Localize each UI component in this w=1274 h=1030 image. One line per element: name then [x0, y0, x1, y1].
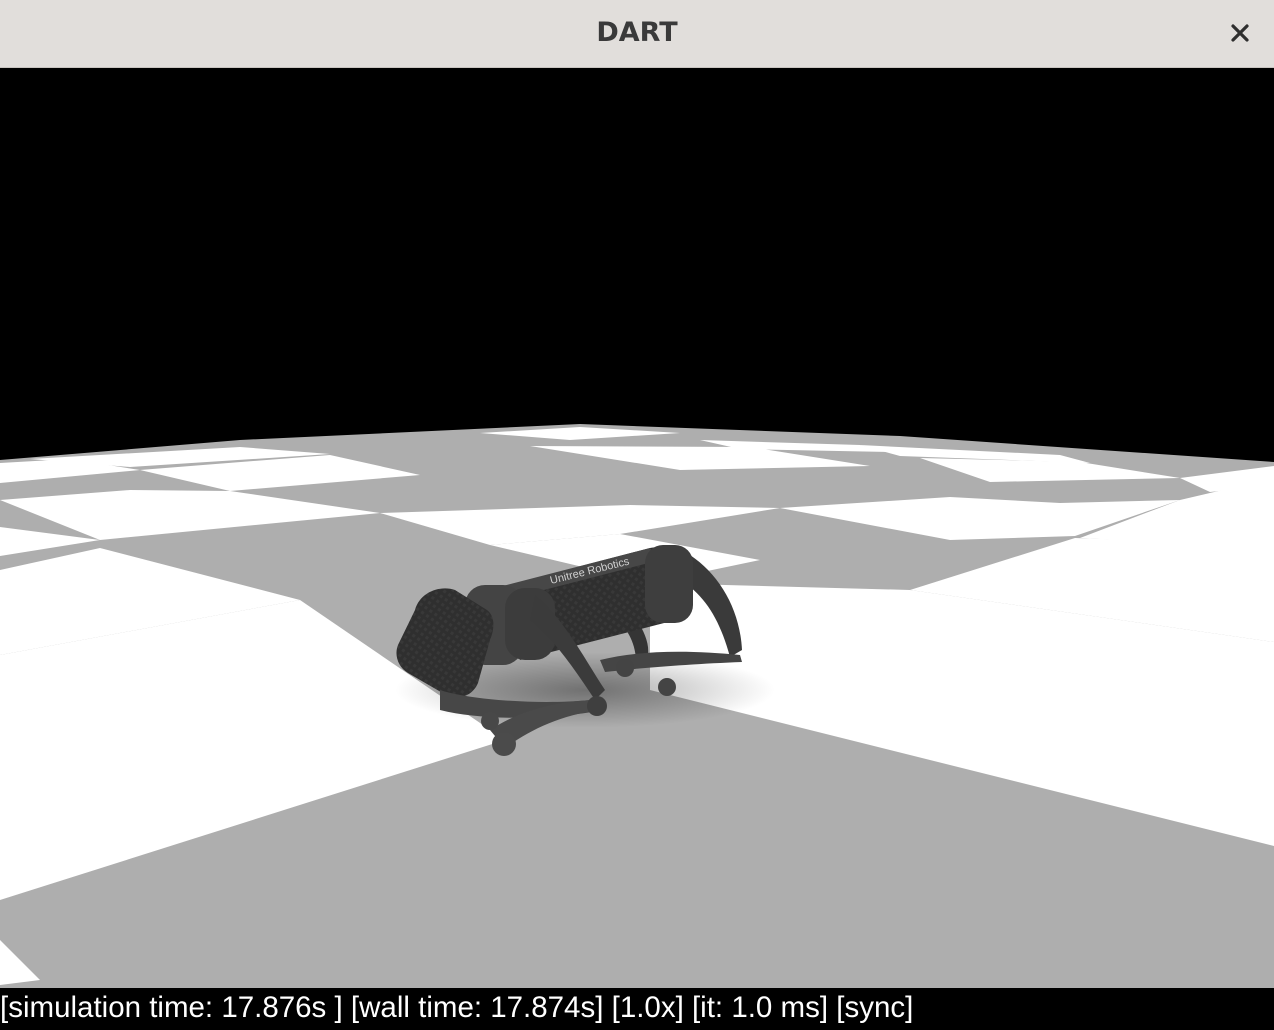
- wall-time: [wall time: 17.874s]: [350, 991, 604, 1024]
- status-bar: [simulation time: 17.876s ] [wall time: …: [0, 988, 1274, 1030]
- iteration-time: [it: 1.0 ms]: [691, 991, 829, 1024]
- simulation-viewport[interactable]: Unitree Robotics: [0, 68, 1274, 1030]
- simulation-time: [simulation time: 17.876s ]: [0, 991, 343, 1024]
- speed-factor: [1.0x]: [611, 991, 684, 1024]
- window-title: DART: [596, 17, 678, 48]
- title-bar: DART: [0, 0, 1274, 68]
- close-button[interactable]: [1220, 14, 1260, 52]
- close-icon: [1231, 24, 1249, 42]
- sync-indicator: [sync]: [836, 991, 914, 1024]
- scene-canvas: Unitree Robotics: [0, 424, 1274, 1030]
